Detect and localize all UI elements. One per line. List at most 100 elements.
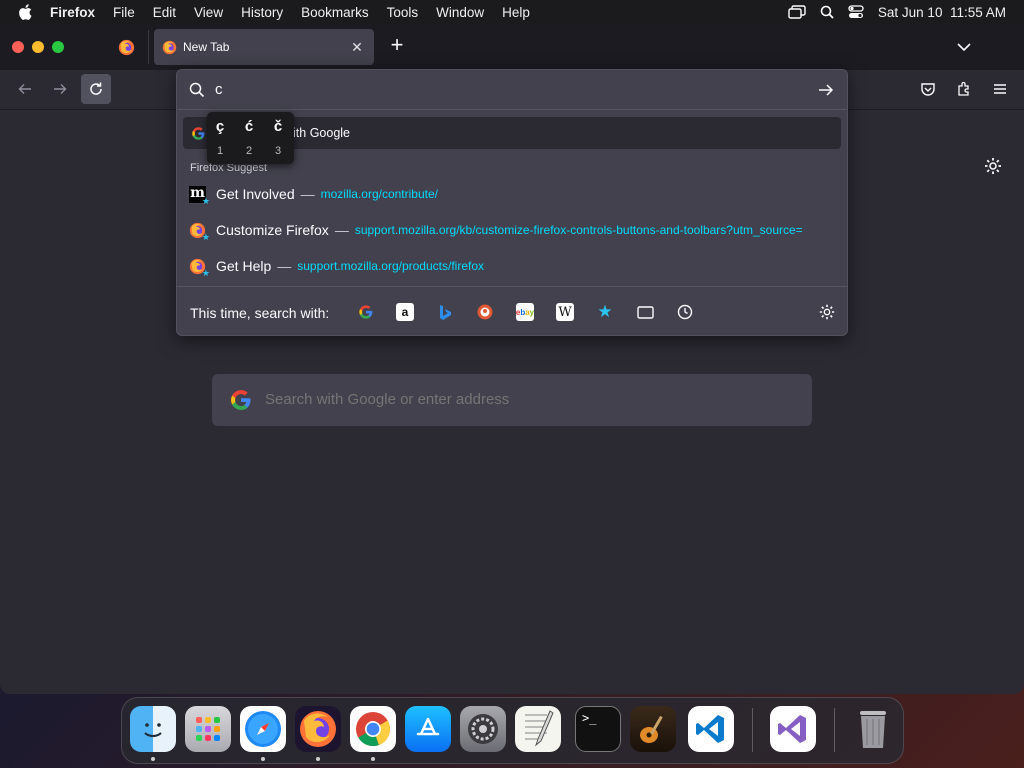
pocket-icon <box>921 83 935 96</box>
apple-logo-icon[interactable] <box>18 4 32 20</box>
go-arrow-icon[interactable] <box>817 81 835 99</box>
urlbar-popup: with Google Firefox Suggest m ★ Get Invo… <box>176 69 848 336</box>
menu-bookmarks[interactable]: Bookmarks <box>301 5 369 20</box>
suggestion-url: support.mozilla.org/kb/customize-firefox… <box>354 223 803 237</box>
suggestion-row-get-help[interactable]: ★ Get Help — support.mozilla.org/product… <box>183 250 841 282</box>
textedit-dock-icon[interactable] <box>515 706 561 752</box>
control-center-icon[interactable] <box>848 5 864 19</box>
tabs-search-button[interactable] <box>636 303 654 321</box>
bing-icon <box>440 305 451 320</box>
pocket-button[interactable] <box>913 74 943 104</box>
history-search-button[interactable] <box>676 303 694 321</box>
suggestion-row-get-involved[interactable]: m ★ Get Involved — mozilla.org/contribut… <box>183 178 841 210</box>
ebay-engine-button[interactable]: ebay <box>516 303 534 321</box>
trash-dock-icon[interactable] <box>850 706 896 752</box>
firefox-icon <box>162 40 177 54</box>
dock-separator <box>752 708 753 752</box>
suggestion-title: Get Help <box>216 258 272 274</box>
menu-tools[interactable]: Tools <box>387 5 419 20</box>
menu-bar: Firefox File Edit View History Bookmarks… <box>0 0 1024 24</box>
search-settings-gear-icon[interactable] <box>818 303 836 321</box>
urlbar-input-row[interactable] <box>177 70 847 110</box>
accent-option-1[interactable]: ç <box>207 118 233 135</box>
menu-app-name[interactable]: Firefox <box>50 5 95 20</box>
terminal-dock-icon[interactable]: >_ <box>575 706 621 752</box>
bookmarks-search-button[interactable]: ★ <box>596 302 614 321</box>
back-button[interactable] <box>10 74 40 104</box>
menu-edit[interactable]: Edit <box>153 5 176 20</box>
window-close-button[interactable] <box>12 41 24 53</box>
menu-history[interactable]: History <box>241 5 283 20</box>
newtab-search-input[interactable] <box>265 391 785 408</box>
screen-mirroring-icon[interactable] <box>788 5 806 19</box>
google-engine-button[interactable] <box>357 303 375 321</box>
search-shortcuts-row: This time, search with: a ebay W ★ <box>177 286 847 336</box>
newtab-search-box[interactable] <box>212 374 812 426</box>
finder-dock-icon[interactable] <box>130 706 176 752</box>
personalize-new-tab-gear-icon[interactable] <box>983 156 1003 176</box>
tab-new-tab[interactable]: New Tab ✕ <box>154 29 374 65</box>
extensions-button[interactable] <box>949 74 979 104</box>
menu-file[interactable]: File <box>113 5 135 20</box>
accent-number-1: 1 <box>216 145 224 157</box>
list-all-tabs-chevron-icon[interactable] <box>954 37 974 57</box>
dock-separator <box>834 708 835 752</box>
amazon-engine-button[interactable]: a <box>396 303 414 321</box>
menu-help[interactable]: Help <box>502 5 530 20</box>
urlbar-input[interactable] <box>215 81 795 98</box>
duckduckgo-engine-button[interactable] <box>476 303 494 321</box>
search-with-label: This time, search with: <box>190 305 330 321</box>
firefox-icon <box>118 39 134 55</box>
close-tab-icon[interactable]: ✕ <box>348 38 366 56</box>
bookmark-star-icon: ★ <box>201 267 210 278</box>
menu-view[interactable]: View <box>194 5 223 20</box>
dock: >_ <box>121 697 904 764</box>
bookmarks-star-icon: ★ <box>597 302 613 321</box>
suggestion-url: support.mozilla.org/products/firefox <box>297 259 484 273</box>
suggestion-title: Get Involved <box>216 186 295 202</box>
visual-studio-dock-icon[interactable] <box>770 706 816 752</box>
reload-button[interactable] <box>81 74 111 104</box>
suggestion-title: Customize Firefox <box>216 222 329 238</box>
accent-option-3[interactable]: č <box>265 118 291 135</box>
duckduckgo-icon <box>477 304 493 320</box>
window-minimize-button[interactable] <box>32 41 44 53</box>
mozilla-favicon-icon: m ★ <box>189 184 210 206</box>
application-menu-button[interactable] <box>985 74 1015 104</box>
separator-dash: — <box>300 186 315 202</box>
suggestion-row-customize-firefox[interactable]: ★ Customize Firefox — support.mozilla.or… <box>183 214 841 246</box>
app-store-dock-icon[interactable] <box>405 706 451 752</box>
pinned-tab-firefox[interactable] <box>110 33 142 61</box>
firefox-favicon-icon: ★ <box>189 258 210 278</box>
accent-number-2: 2 <box>245 145 253 157</box>
window-zoom-button[interactable] <box>52 41 64 53</box>
menu-window[interactable]: Window <box>436 5 484 20</box>
google-icon <box>192 126 205 140</box>
bookmark-star-icon: ★ <box>201 195 210 206</box>
vscode-dock-icon[interactable] <box>688 706 734 752</box>
firefox-favicon-icon: ★ <box>189 222 210 242</box>
wikipedia-icon: W <box>558 304 572 320</box>
chrome-dock-icon[interactable] <box>350 706 396 752</box>
firefox-dock-icon[interactable] <box>295 706 341 752</box>
forward-button[interactable] <box>45 74 75 104</box>
system-settings-dock-icon[interactable] <box>460 706 506 752</box>
hamburger-menu-icon <box>994 84 1006 94</box>
amazon-icon: a <box>401 305 409 319</box>
safari-dock-icon[interactable] <box>240 706 286 752</box>
arrow-left-icon <box>18 84 31 94</box>
suggestion-url: mozilla.org/contribute/ <box>320 187 438 201</box>
menu-clock[interactable]: Sat Jun 10 11:55 AM <box>878 5 1006 20</box>
new-tab-button[interactable]: + <box>386 34 408 57</box>
tab-bar: New Tab ✕ + <box>0 24 1024 70</box>
spotlight-search-icon[interactable] <box>820 5 834 19</box>
bing-engine-button[interactable] <box>436 303 454 321</box>
accent-character-picker: ç ć č 1 2 3 <box>207 112 294 164</box>
launchpad-dock-icon[interactable] <box>185 706 231 752</box>
garageband-dock-icon[interactable] <box>630 706 676 752</box>
tab-title: New Tab <box>183 40 230 54</box>
bookmark-star-icon: ★ <box>201 231 210 242</box>
puzzle-piece-icon <box>958 81 969 96</box>
accent-option-2[interactable]: ć <box>236 118 262 135</box>
wikipedia-engine-button[interactable]: W <box>556 303 574 321</box>
